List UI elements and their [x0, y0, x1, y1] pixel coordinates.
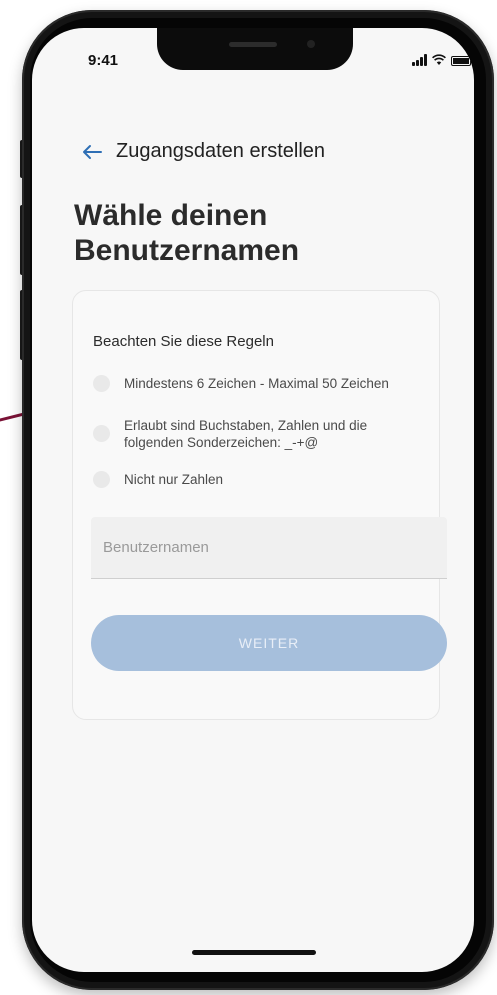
- rule-check-icon: [93, 425, 110, 442]
- username-card: Beachten Sie diese Regeln Mindestens 6 Z…: [72, 290, 447, 720]
- rules-heading: Beachten Sie diese Regeln: [93, 333, 274, 350]
- next-button[interactable]: WEITER: [91, 615, 447, 671]
- status-icons: [412, 50, 471, 66]
- rule-item-length: Mindestens 6 Zeichen - Maximal 50 Zeiche…: [93, 375, 444, 392]
- username-input[interactable]: [91, 517, 447, 578]
- signal-icon: [412, 54, 427, 66]
- page-title-line-1: Wähle deinen: [74, 199, 268, 232]
- stage: 9:41 Zugangsdaten erstellen Wähle deinen…: [0, 0, 497, 995]
- speaker-grille: [229, 42, 277, 47]
- phone-screen: 9:41 Zugangsdaten erstellen Wähle deinen…: [32, 28, 474, 972]
- username-field: [91, 517, 447, 579]
- rule-check-icon: [93, 375, 110, 392]
- header-title: Zugangsdaten erstellen: [116, 140, 326, 162]
- arrow-left-icon[interactable]: [82, 144, 102, 160]
- page-title-line-2: Benutzernamen: [74, 234, 300, 267]
- rule-label: Mindestens 6 Zeichen - Maximal 50 Zeiche…: [124, 376, 389, 391]
- page-title: Wähle deinen Benutzernamen: [74, 198, 299, 268]
- rule-item-not-only-numbers: Nicht nur Zahlen: [93, 471, 444, 488]
- header: Zugangsdaten erstellen: [82, 140, 325, 163]
- rule-label: Erlaubt sind Buchstaben, Zahlen und die …: [124, 418, 368, 450]
- rule-label: Nicht nur Zahlen: [124, 472, 224, 487]
- home-indicator[interactable]: [192, 950, 316, 955]
- notch: [157, 28, 353, 70]
- status-time: 9:41: [88, 52, 119, 69]
- wifi-icon: [432, 54, 446, 65]
- rule-check-icon: [93, 471, 110, 488]
- camera-dot: [307, 40, 315, 48]
- rule-item-characters: Erlaubt sind Buchstaben, Zahlen und die …: [93, 417, 414, 451]
- battery-icon: [451, 56, 471, 66]
